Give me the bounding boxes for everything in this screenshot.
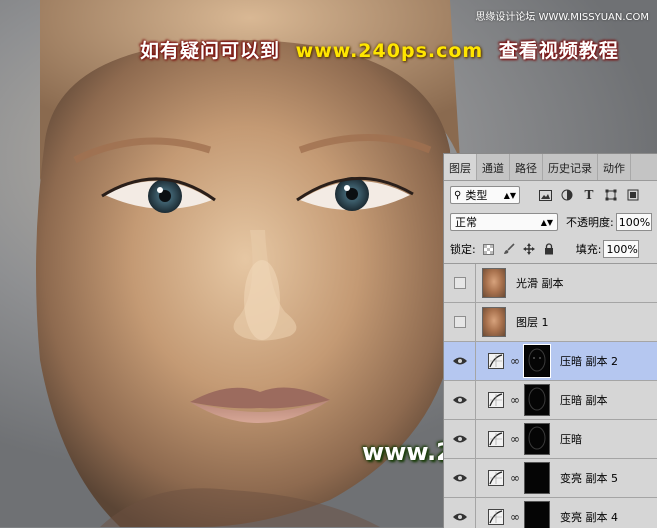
- layers-panel: 图层 通道 路径 历史记录 动作 ⚲ 类型 ▲▼ T 正常 ▲▼ 不透明度: 1…: [443, 153, 657, 528]
- link-chain-icon[interactable]: ∞: [510, 393, 520, 407]
- chevron-updown-icon: ▲▼: [503, 190, 516, 200]
- filter-type-select[interactable]: ⚲ 类型 ▲▼: [450, 186, 520, 204]
- layer-row[interactable]: 光滑 副本: [444, 264, 657, 303]
- tab-layers[interactable]: 图层: [444, 154, 477, 180]
- fill-input[interactable]: 100%: [603, 240, 640, 258]
- layer-name: 图层 1: [516, 316, 549, 329]
- layer-name: 变亮 副本 4: [560, 511, 618, 524]
- fill-label: 填充:: [575, 243, 602, 256]
- opacity-label: 不透明度:: [566, 216, 614, 229]
- layer-row[interactable]: ∞ 变亮 副本 5: [444, 459, 657, 498]
- blend-row: 正常 ▲▼ 不透明度: 100%: [444, 209, 657, 235]
- eye-icon: [452, 396, 467, 404]
- layer-mask-thumbnail[interactable]: [524, 462, 550, 494]
- eye-icon: [452, 357, 467, 365]
- smart-object-filter-icon[interactable]: [626, 188, 640, 202]
- shape-filter-icon[interactable]: [604, 188, 618, 202]
- layer-list: 光滑 副本 图层 1 ∞ 压暗 副本 2 ∞ 压暗 副本 ∞ 压暗 ∞ 变亮 副…: [444, 264, 657, 528]
- panel-tabs: 图层 通道 路径 历史记录 动作: [444, 154, 657, 181]
- tab-paths[interactable]: 路径: [510, 154, 543, 180]
- eye-icon: [452, 513, 467, 521]
- curves-adjustment-icon: [488, 392, 504, 408]
- layer-mask-thumbnail[interactable]: [523, 344, 551, 378]
- layer-mask-thumbnail[interactable]: [524, 384, 550, 416]
- visibility-toggle[interactable]: [444, 420, 476, 458]
- filter-type-label: 类型: [465, 189, 488, 202]
- curves-adjustment-icon: [488, 431, 504, 447]
- visibility-toggle[interactable]: [444, 264, 476, 302]
- filter-row: ⚲ 类型 ▲▼ T: [444, 181, 657, 209]
- link-chain-icon[interactable]: ∞: [510, 471, 520, 485]
- lock-icons: [482, 242, 556, 256]
- layer-thumbnail: [482, 268, 506, 298]
- image-filter-icon[interactable]: [538, 188, 552, 202]
- layer-name: 压暗 副本 2: [560, 355, 618, 368]
- link-chain-icon[interactable]: ∞: [510, 510, 520, 524]
- tab-history[interactable]: 历史记录: [543, 154, 598, 180]
- layer-name: 压暗: [560, 433, 582, 446]
- layer-thumbnail: [482, 307, 506, 337]
- lock-brush-icon[interactable]: [502, 242, 516, 256]
- eye-icon: [452, 435, 467, 443]
- layer-name: 变亮 副本 5: [560, 472, 618, 485]
- visibility-toggle[interactable]: [444, 498, 476, 528]
- banner-url: www.240ps.com: [295, 40, 484, 62]
- opacity-input[interactable]: 100%: [615, 213, 652, 231]
- adjustment-filter-icon[interactable]: [560, 188, 574, 202]
- visibility-off-box: [453, 316, 466, 328]
- chevron-updown-icon: ▲▼: [540, 217, 553, 227]
- visibility-toggle[interactable]: [444, 381, 476, 419]
- visibility-toggle[interactable]: [444, 303, 476, 341]
- layer-mask-thumbnail[interactable]: [524, 423, 550, 455]
- layer-row[interactable]: ∞ 变亮 副本 4: [444, 498, 657, 528]
- visibility-off-box: [453, 277, 466, 289]
- layer-row[interactable]: ∞ 压暗 副本: [444, 381, 657, 420]
- banner-left-text: 如有疑问可以到: [140, 40, 281, 62]
- lock-all-icon[interactable]: [542, 242, 556, 256]
- banner-right-text: 查看视频教程: [498, 40, 619, 62]
- visibility-toggle[interactable]: [444, 342, 476, 380]
- blend-mode-select[interactable]: 正常 ▲▼: [450, 213, 558, 231]
- layer-row[interactable]: ∞ 压暗: [444, 420, 657, 459]
- eye-icon: [452, 474, 467, 482]
- layer-row[interactable]: ∞ 压暗 副本 2: [444, 342, 657, 381]
- watermark-top: 思缘设计论坛 WWW.MISSYUAN.COM: [475, 12, 649, 23]
- tab-actions[interactable]: 动作: [598, 154, 631, 180]
- type-filter-icon[interactable]: T: [582, 188, 596, 202]
- tutorial-banner: 如有疑问可以到 www.240ps.com 查看视频教程: [140, 36, 619, 63]
- curves-adjustment-icon: [488, 470, 504, 486]
- lock-row: 锁定: 填充: 100%: [444, 235, 657, 264]
- layer-name: 压暗 副本: [560, 394, 608, 407]
- layer-row[interactable]: 图层 1: [444, 303, 657, 342]
- lock-transparent-icon[interactable]: [482, 242, 496, 256]
- curves-adjustment-icon: [488, 353, 504, 369]
- tab-channels[interactable]: 通道: [477, 154, 510, 180]
- link-chain-icon[interactable]: ∞: [510, 432, 520, 446]
- lock-move-icon[interactable]: [522, 242, 536, 256]
- layer-name: 光滑 副本: [516, 277, 564, 290]
- blend-mode-value: 正常: [455, 216, 477, 229]
- link-chain-icon[interactable]: ∞: [510, 354, 520, 368]
- filter-icons: T: [538, 188, 640, 202]
- curves-adjustment-icon: [488, 509, 504, 525]
- lock-label: 锁定:: [450, 243, 476, 256]
- visibility-toggle[interactable]: [444, 459, 476, 497]
- layer-mask-thumbnail[interactable]: [524, 501, 550, 528]
- search-icon: ⚲: [454, 189, 462, 201]
